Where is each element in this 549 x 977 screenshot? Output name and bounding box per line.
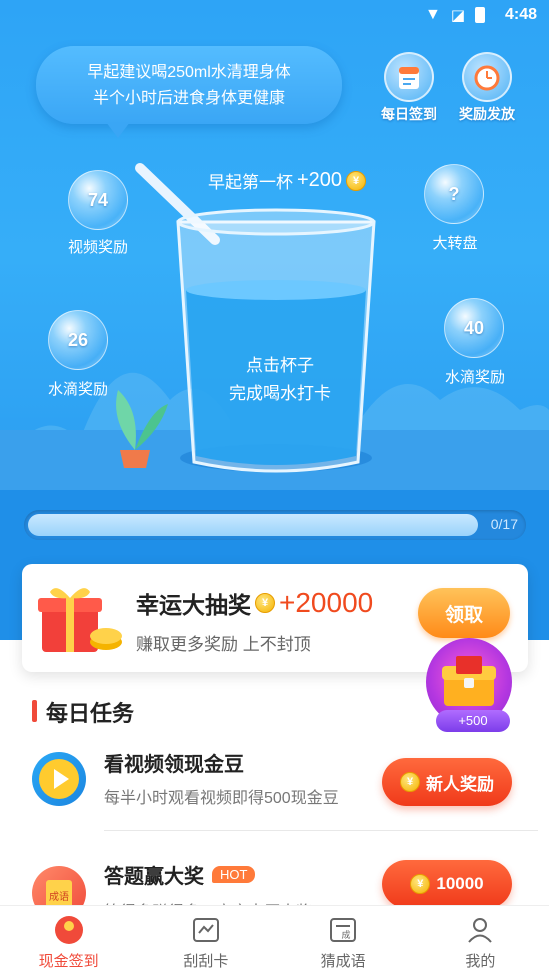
progress-fill <box>28 514 478 536</box>
tab-cash-checkin[interactable]: 现金签到 <box>0 906 137 977</box>
quiz-reward-button[interactable]: ¥ 10000 <box>382 860 512 908</box>
task-title-quiz-text: 答题赢大奖 <box>104 866 204 888</box>
tab-scratch-card[interactable]: 刮刮卡 <box>137 906 274 977</box>
orb-water-left-value: 26 <box>67 329 89 350</box>
lucky-draw-subtitle: 赚取更多奖励 上不封顶 <box>136 635 311 654</box>
tip-line-2: 半个小时后进食身体更健康 <box>92 90 285 107</box>
orb-water-right-label: 水滴奖励 <box>444 369 505 386</box>
wifi-icon: ▼ <box>424 6 441 23</box>
lucky-draw-title-row: 幸运大抽奖 ¥ +20000 <box>136 586 373 620</box>
signal-icon: ◪ <box>450 7 465 24</box>
orb-water-reward-right[interactable]: 40 <box>444 298 504 358</box>
coin-icon: ¥ <box>346 170 367 191</box>
lucky-draw-title: 幸运大抽奖 <box>136 592 251 618</box>
claim-button[interactable]: 领取 <box>418 588 510 638</box>
lucky-draw-amount: +20000 <box>279 587 374 618</box>
coin-icon: ¥ <box>410 874 431 894</box>
cup-button[interactable]: 点击杯子 完成喝水打卡 <box>210 352 350 408</box>
orb-wheel-label: 大转盘 <box>432 235 478 252</box>
tab-mine-label: 我的 <box>465 953 496 970</box>
svg-text:成: 成 <box>342 929 351 941</box>
coin-icon: ¥ <box>400 772 420 792</box>
orb-water-right-value: 40 <box>463 317 485 338</box>
status-icons: ▼ ◪ <box>425 6 485 24</box>
status-time: 4:48 <box>504 6 537 23</box>
tip-bubble: 早起建议喝250ml水清理身体 半个小时后进食身体更健康 <box>36 46 342 138</box>
tab-cash-checkin-label: 现金签到 <box>38 953 99 970</box>
coin-icon: ¥ <box>255 593 275 613</box>
task-subtitle-video: 每半小时观看视频即得500现金豆 <box>104 790 339 807</box>
scratch-card-icon <box>137 914 274 946</box>
new-user-reward-button[interactable]: ¥ 新人奖励 <box>382 758 512 806</box>
bottom-tab-bar: 现金签到 刮刮卡 成 猜成语 我的 <box>0 905 549 977</box>
progress-bar: 0/17 <box>24 510 526 540</box>
orb-video-reward[interactable]: 74 <box>68 170 128 230</box>
daily-checkin-label: 每日签到 <box>381 106 437 122</box>
battery-icon <box>475 7 485 23</box>
reward-release-button[interactable]: 奖励发放 <box>452 52 522 124</box>
status-bar: ▼ ◪ 4:48 <box>0 0 549 32</box>
hot-badge: HOT <box>212 866 256 883</box>
orb-video-value: 74 <box>87 189 109 210</box>
tab-guess-idiom[interactable]: 成 猜成语 <box>275 906 412 977</box>
task-title-video: 看视频领现金豆 <box>104 748 244 777</box>
progress-text: 0/17 <box>490 516 518 532</box>
tab-scratch-card-label: 刮刮卡 <box>183 953 229 970</box>
orb-water-reward-left[interactable]: 26 <box>48 310 108 370</box>
orb-video-label: 视频奖励 <box>67 239 128 256</box>
svg-text:成语: 成语 <box>49 891 69 903</box>
orb-wheel-value: ? <box>448 183 460 204</box>
daily-tasks-title: 每日任务 <box>32 696 134 728</box>
reward-release-label: 奖励发放 <box>459 106 515 122</box>
cup-text-line-2: 完成喝水打卡 <box>229 384 331 403</box>
divider <box>104 830 538 831</box>
cup-reward: +200 <box>297 169 343 191</box>
hero-section: ▼ ◪ 4:48 早起建议喝250ml水清理身体 半个小时后进食身体更健康 每日… <box>0 0 549 640</box>
orb-wheel[interactable]: ? <box>424 164 484 224</box>
new-user-reward-label: 新人奖励 <box>426 774 494 794</box>
daily-checkin-button[interactable]: 每日签到 <box>374 52 444 124</box>
user-icon <box>412 914 549 946</box>
task-title-video-text: 看视频领现金豆 <box>104 754 244 776</box>
cup-text-line-1: 点击杯子 <box>246 356 314 375</box>
task-title-quiz: 答题赢大奖 HOT <box>104 860 256 889</box>
tab-mine[interactable]: 我的 <box>412 906 549 977</box>
orb-water-left-label: 水滴奖励 <box>47 381 108 398</box>
play-icon <box>32 752 86 806</box>
red-envelope-icon <box>0 914 137 946</box>
gift-icon <box>38 588 122 652</box>
tip-line-1: 早起建议喝250ml水清理身体 <box>87 64 291 81</box>
idiom-icon: 成 <box>275 914 412 946</box>
quiz-reward-label: 10000 <box>436 874 484 893</box>
cup-title: 早起第一杯 +200 ¥ <box>208 168 367 193</box>
clock-icon <box>462 52 512 102</box>
cup-title-text: 早起第一杯 <box>208 173 293 192</box>
tab-guess-idiom-label: 猜成语 <box>320 953 366 970</box>
calendar-icon <box>384 52 434 102</box>
chest-badge: +500 <box>436 710 510 732</box>
